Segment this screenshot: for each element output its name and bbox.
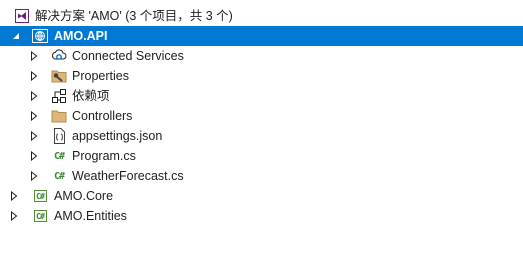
tree-item-program-cs[interactable]: C# Program.cs (0, 146, 523, 166)
project-label-amo-entities: AMO.Entities (54, 209, 127, 223)
tree-item-weatherforecast-cs[interactable]: C# WeatherForecast.cs (0, 166, 523, 186)
collapsed-arrow-icon[interactable] (29, 126, 39, 146)
properties-folder-icon (51, 68, 67, 84)
tree-item-dependencies[interactable]: 依赖项 (0, 86, 523, 106)
tree-item-label: WeatherForecast.cs (72, 169, 184, 183)
collapsed-arrow-icon[interactable] (29, 86, 39, 106)
collapsed-arrow-icon[interactable] (29, 46, 39, 66)
project-node-amo-core[interactable]: C# AMO.Core (0, 186, 523, 206)
folder-icon (51, 108, 67, 124)
collapsed-arrow-icon[interactable] (29, 146, 39, 166)
web-project-globe-icon (32, 28, 48, 44)
project-node-amo-api[interactable]: AMO.API (0, 26, 523, 46)
tree-item-connected-services[interactable]: Connected Services (0, 46, 523, 66)
connected-services-icon (51, 48, 67, 64)
collapsed-arrow-icon[interactable] (29, 106, 39, 126)
csharp-badge: C# (33, 190, 47, 202)
collapsed-arrow-icon[interactable] (29, 66, 39, 86)
tree-item-label: Properties (72, 69, 129, 83)
project-label-amo-core: AMO.Core (54, 189, 114, 203)
dependencies-icon (51, 88, 67, 104)
tree-item-label: 依赖项 (72, 89, 110, 103)
tree-item-controllers[interactable]: Controllers (0, 106, 523, 126)
project-label-amo-api: AMO.API (54, 29, 108, 43)
tree-item-properties[interactable]: Properties (0, 66, 523, 86)
csharp-project-icon: C# (32, 188, 48, 204)
tree-item-appsettings-json[interactable]: appsettings.json (0, 126, 523, 146)
tree-item-label: Controllers (72, 109, 133, 123)
json-file-icon (51, 128, 67, 144)
solution-node[interactable]: 解决方案 'AMO' (3 个项目，共 3 个) (0, 6, 523, 26)
collapsed-arrow-icon[interactable] (9, 206, 19, 226)
collapsed-arrow-icon[interactable] (9, 186, 19, 206)
solution-explorer-tree: 解决方案 'AMO' (3 个项目，共 3 个) AMO.API Connect… (0, 0, 523, 271)
csharp-project-icon: C# (32, 208, 48, 224)
project-node-amo-entities[interactable]: C# AMO.Entities (0, 206, 523, 226)
tree-item-label: appsettings.json (72, 129, 163, 143)
tree-item-label: Connected Services (72, 49, 184, 63)
tree-item-label: Program.cs (72, 149, 136, 163)
vs-solution-icon (14, 8, 30, 24)
csharp-file-icon: C# (53, 150, 65, 162)
expanded-arrow-icon[interactable] (11, 26, 21, 46)
csharp-file-icon: C# (53, 170, 65, 182)
solution-label: 解决方案 'AMO' (3 个项目，共 3 个) (35, 9, 233, 23)
collapsed-arrow-icon[interactable] (29, 166, 39, 186)
csharp-badge: C# (33, 210, 47, 222)
